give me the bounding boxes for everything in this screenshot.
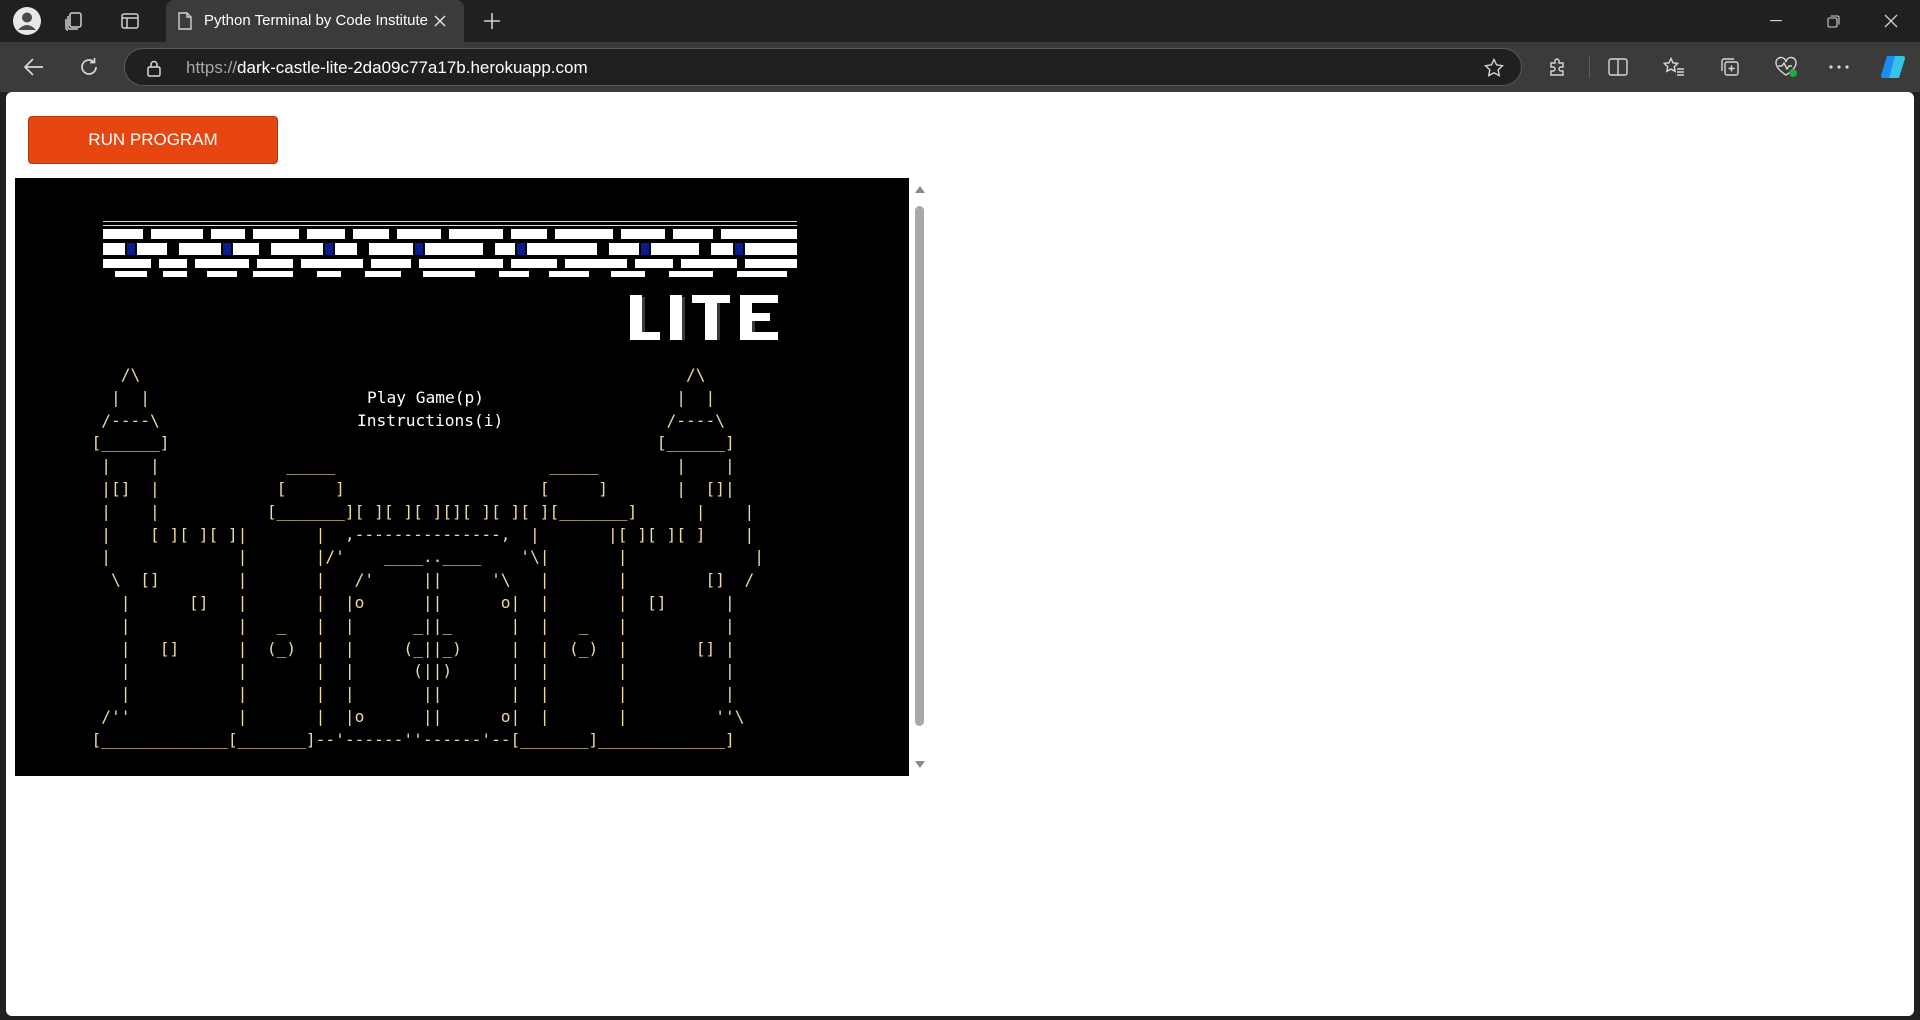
address-bar[interactable]: https://dark-castle-lite-2da09c77a17b.he… <box>124 48 1522 86</box>
url-scheme: https:// <box>186 58 238 77</box>
copilot-icon[interactable] <box>1878 52 1908 82</box>
close-icon[interactable] <box>430 11 450 31</box>
terminal-scrollbar[interactable] <box>912 178 928 776</box>
tab-bar: Python Terminal by Code Institute <box>0 0 1920 42</box>
page-viewport: RUN PROGRAM /\ /\ | | | | /----\ /----\ … <box>6 92 1914 1016</box>
play-game-option[interactable]: Play Game(p) <box>367 387 484 410</box>
tab-actions-icon[interactable] <box>118 10 142 32</box>
favorites-icon[interactable] <box>1662 55 1686 79</box>
lite-banner <box>630 295 790 350</box>
profile-icon[interactable] <box>10 6 44 36</box>
title-banner-art <box>103 221 797 277</box>
scroll-down-arrow-icon[interactable] <box>915 761 925 768</box>
minimize-icon[interactable] <box>1764 10 1788 32</box>
workspaces-icon[interactable] <box>62 10 86 32</box>
tab-title: Python Terminal by Code Institute <box>204 12 429 29</box>
page-icon <box>175 11 195 31</box>
lock-icon[interactable] <box>144 58 164 78</box>
active-tab[interactable]: Python Terminal by Code Institute <box>166 0 464 42</box>
back-arrow-icon[interactable] <box>22 55 46 79</box>
close-window-icon[interactable] <box>1879 10 1903 32</box>
instructions-option[interactable]: Instructions(i) <box>357 410 503 433</box>
url-host: dark-castle-lite-2da09c77a17b.herokuapp.… <box>237 58 588 77</box>
refresh-icon[interactable] <box>77 55 101 79</box>
star-icon[interactable] <box>1483 57 1505 79</box>
navigation-toolbar: https://dark-castle-lite-2da09c77a17b.he… <box>0 42 1920 92</box>
puzzle-icon[interactable] <box>1546 55 1570 79</box>
restore-icon[interactable] <box>1821 10 1845 32</box>
heart-pulse-icon[interactable] <box>1773 55 1799 79</box>
url-text[interactable]: https://dark-castle-lite-2da09c77a17b.he… <box>186 58 588 78</box>
toolbar-separator <box>1589 56 1590 78</box>
title-banner <box>103 221 803 296</box>
more-icon[interactable] <box>1827 55 1851 79</box>
terminal-screen[interactable]: /\ /\ | | | | /----\ /----\ [______] [__… <box>15 178 909 776</box>
run-program-button[interactable]: RUN PROGRAM <box>28 116 278 164</box>
split-screen-icon[interactable] <box>1606 55 1630 79</box>
plus-icon[interactable] <box>480 10 504 32</box>
scroll-up-arrow-icon[interactable] <box>915 186 925 193</box>
collections-icon[interactable] <box>1718 55 1742 79</box>
scroll-thumb[interactable] <box>915 206 924 726</box>
lite-banner-art <box>630 295 778 340</box>
